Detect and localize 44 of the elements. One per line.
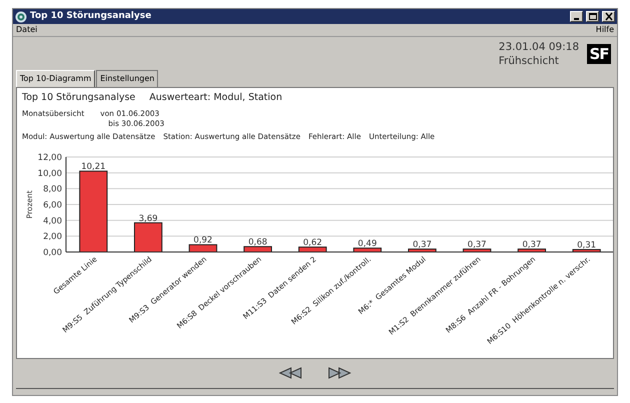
value-label: 0,37 [522,240,542,250]
value-label: 0,37 [412,240,432,250]
close-icon [604,12,614,21]
bar [572,249,601,253]
report-title: Top 10 Störungsanalyse [22,91,136,105]
menu-item[interactable]: Hilfe [596,24,614,36]
value-label: 0,49 [358,240,377,250]
tab[interactable]: Einstellungen [96,70,158,87]
bar [298,246,327,253]
bar [244,246,272,253]
tick-label: 12,00 [38,153,62,164]
value-label: 0,37 [468,240,486,250]
logo: SF [587,44,611,64]
bar [408,248,436,253]
tick-label: 8,00 [43,185,62,196]
value-label: 10,21 [81,162,106,173]
bar [518,248,546,253]
fast-forward-button[interactable] [328,366,351,380]
value-label: 0,31 [577,240,596,251]
tick-label: 0,00 [43,248,62,258]
value-label: 3,69 [138,214,158,224]
tick-label: 6,00 [43,200,62,211]
maximize-icon [588,12,598,21]
date-time: 23.01.04 09:18 [498,40,579,54]
value-label: 0,62 [303,238,322,248]
rewind-button[interactable] [279,366,302,380]
window-title: Top 10 Störungsanalyse [30,10,152,23]
value-label: 0,68 [248,238,268,248]
bar [353,248,382,253]
value-label: 0,92 [194,236,212,246]
bar [134,222,162,253]
app-icon [15,10,27,22]
menu-item[interactable]: Datei [16,24,38,36]
close-button[interactable] [602,11,615,22]
shift-label: Frühschicht [498,54,560,68]
tick-label: 4,00 [43,216,62,227]
tick-label: 2,00 [43,232,62,243]
bar [188,244,218,253]
minimize-button[interactable] [570,11,583,22]
maximize-button[interactable] [586,11,599,22]
bar [462,248,492,253]
tick-label: 10,00 [38,169,62,180]
tab[interactable]: Top 10-Diagramm [16,70,96,87]
report-mode: Auswerteart: Modul, Station [149,91,282,105]
